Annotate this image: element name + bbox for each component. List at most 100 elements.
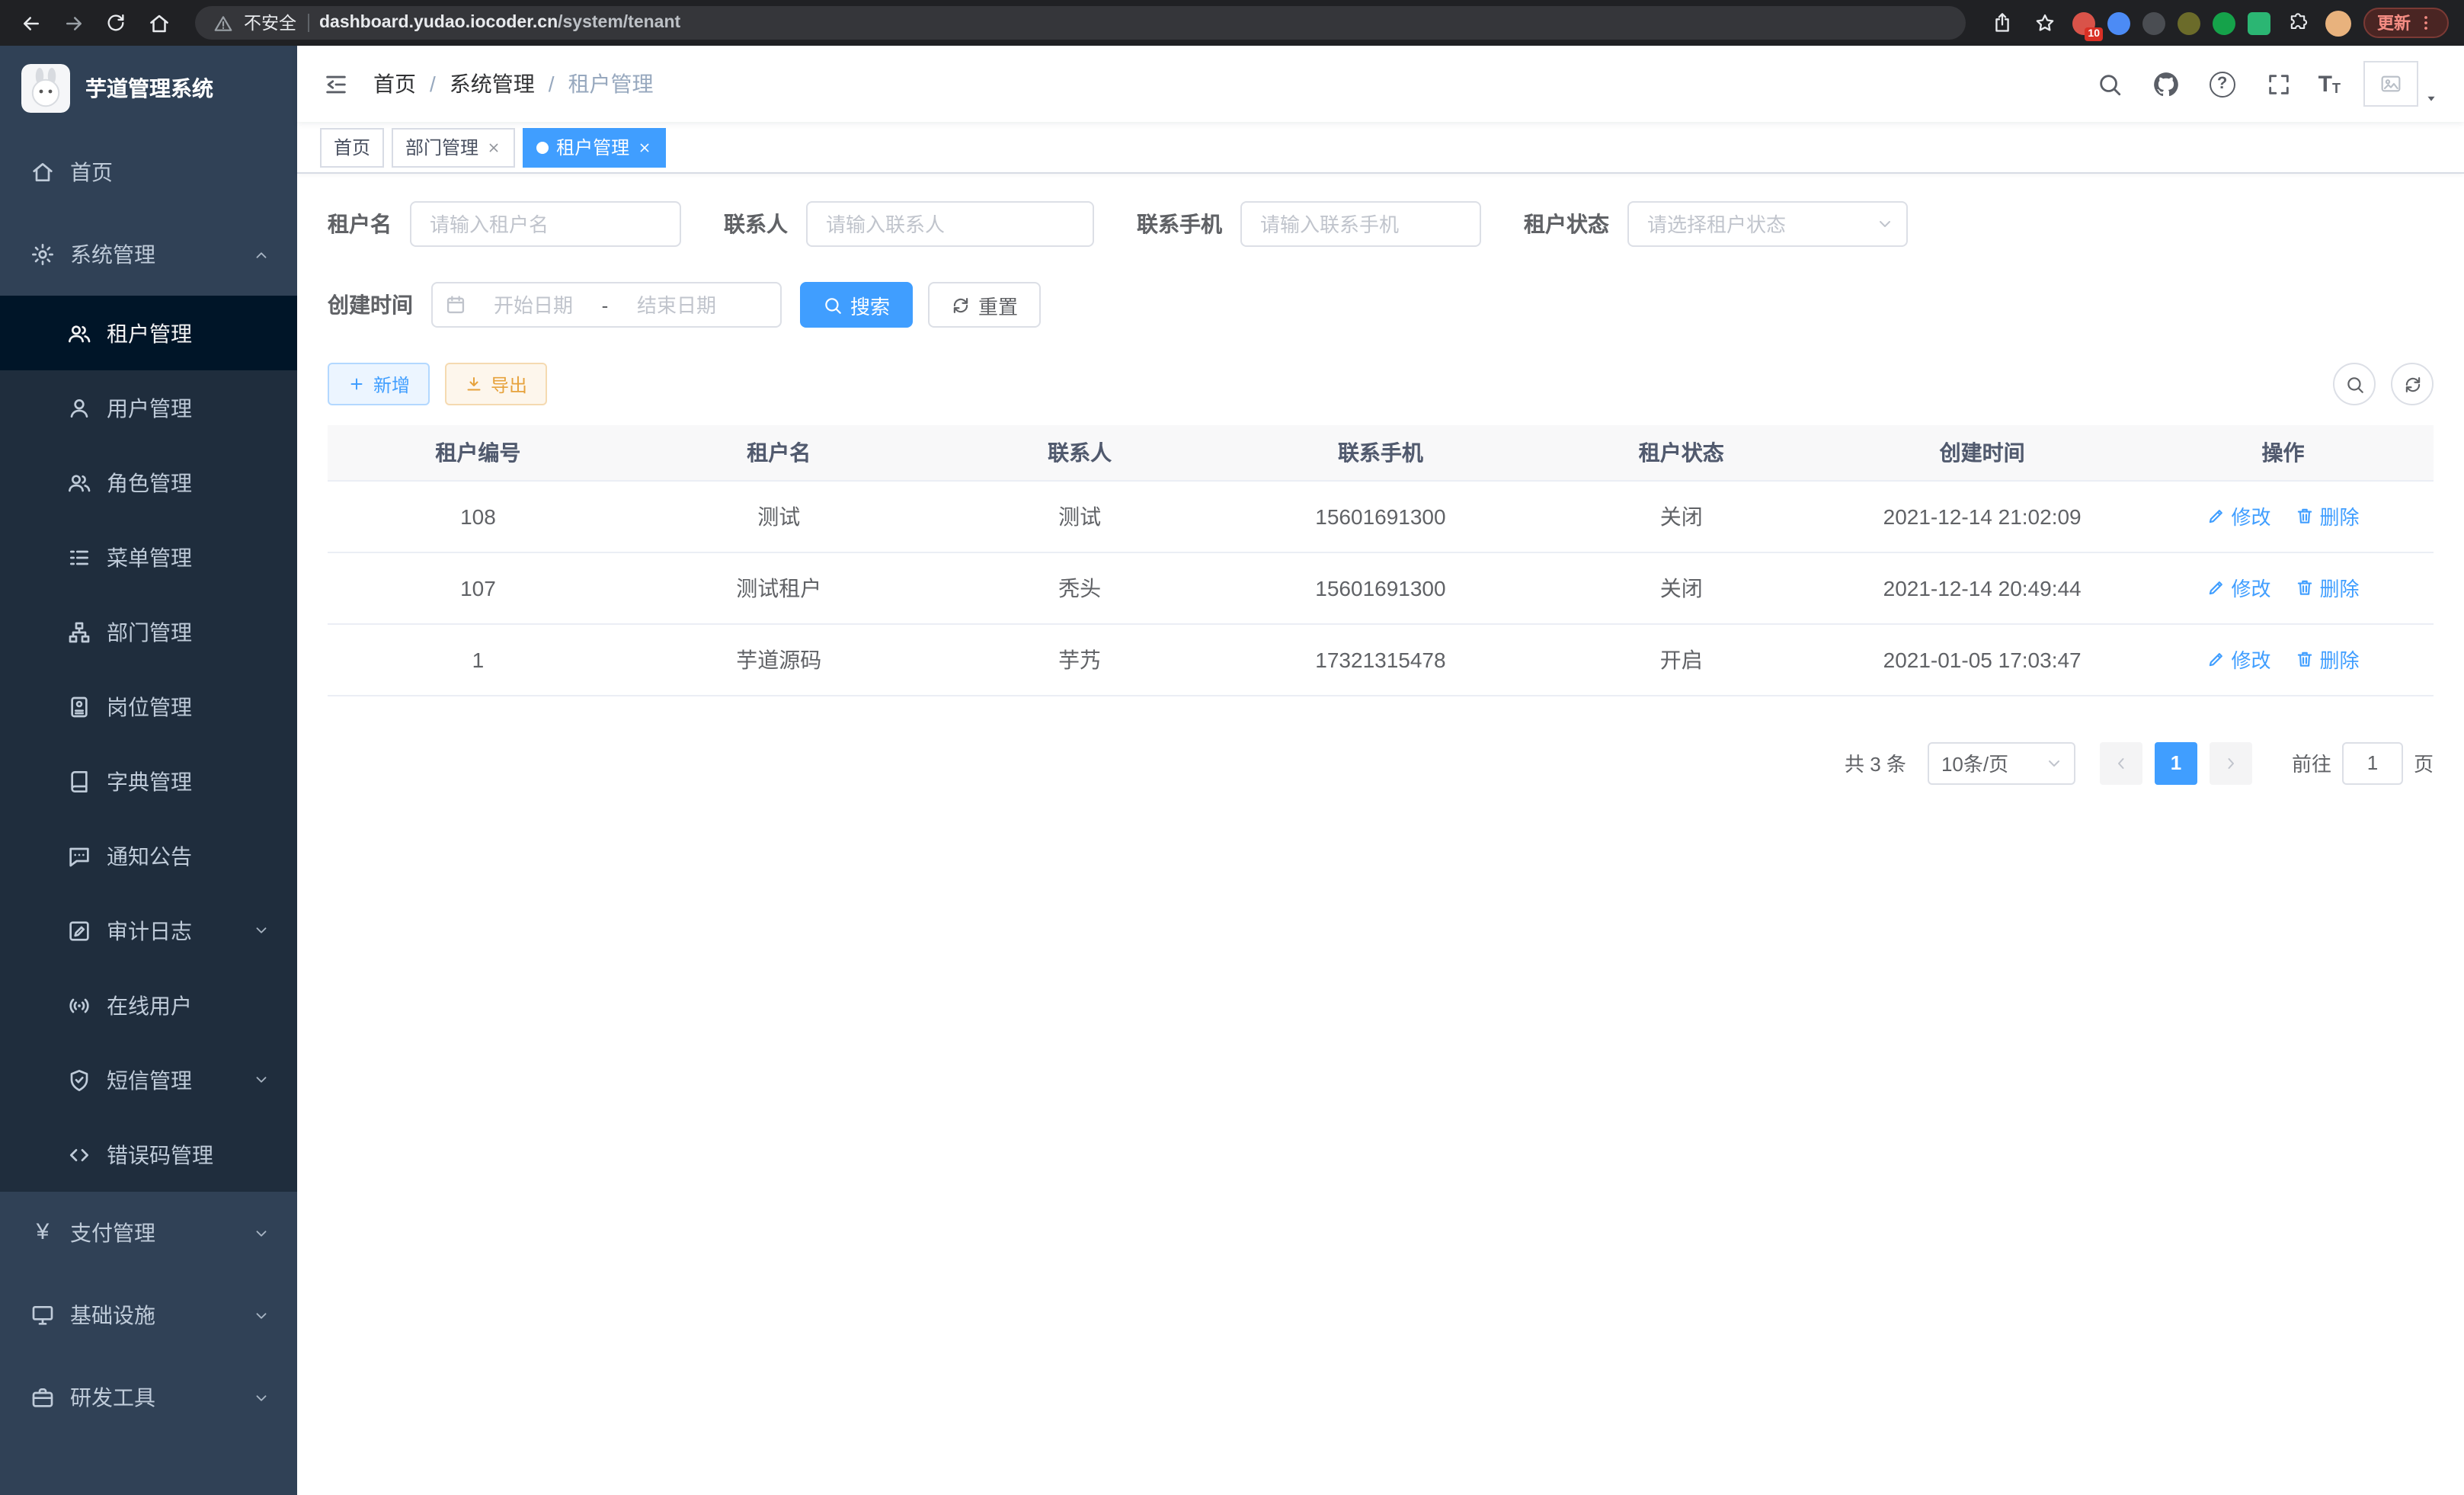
status-select[interactable] — [1627, 201, 1908, 247]
help-icon[interactable]: ? — [2206, 67, 2239, 101]
sidebar-toggle[interactable] — [297, 46, 373, 122]
extensions-puzzle-icon[interactable] — [2283, 8, 2313, 38]
next-page-button[interactable] — [2210, 741, 2252, 784]
tab-dept-management[interactable]: 部门管理 — [392, 127, 515, 167]
sidebar-item-dict-management[interactable]: 字典管理 — [0, 744, 297, 818]
list-icon — [67, 545, 91, 569]
tenant-name-input[interactable] — [411, 213, 680, 235]
app-logo[interactable]: 芋道管理系统 — [0, 46, 297, 131]
menu-label: 研发工具 — [70, 1382, 155, 1413]
close-icon[interactable] — [637, 139, 652, 155]
book-icon — [67, 769, 91, 793]
menu-label: 审计日志 — [107, 915, 192, 946]
reset-button[interactable]: 重置 — [928, 282, 1041, 328]
status-select-input[interactable] — [1629, 213, 1906, 235]
sidebar-item-home[interactable]: 首页 — [0, 131, 297, 213]
tab-home[interactable]: 首页 — [320, 127, 384, 167]
goto-label: 前往 — [2292, 748, 2331, 777]
mobile-label: 联系手机 — [1137, 209, 1222, 239]
sidebar-item-system-management[interactable]: 系统管理 — [0, 213, 297, 296]
user-icon — [67, 395, 91, 420]
share-icon[interactable] — [1987, 8, 2018, 38]
search-button[interactable]: 搜索 — [800, 282, 913, 328]
search-icon[interactable] — [2093, 67, 2126, 101]
profile-avatar[interactable] — [2325, 10, 2351, 36]
chevron-down-icon — [1876, 215, 1894, 233]
extension-icon-2[interactable] — [2107, 11, 2130, 34]
goto-page-input[interactable] — [2342, 741, 2403, 784]
extension-icon-3[interactable] — [2142, 11, 2165, 34]
chevron-down-icon — [253, 1307, 270, 1324]
sidebar-item-menu-management[interactable]: 菜单管理 — [0, 520, 297, 594]
extension-icon-5[interactable] — [2213, 11, 2235, 34]
font-size-icon[interactable]: TT — [2318, 72, 2341, 95]
sidebar-item-dept-management[interactable]: 部门管理 — [0, 594, 297, 669]
users-icon — [67, 470, 91, 495]
contact-input[interactable] — [808, 213, 1093, 235]
sidebar-item-payment-management[interactable]: ¥ 支付管理 — [0, 1192, 297, 1274]
search-icon — [2344, 374, 2364, 394]
user-avatar-menu[interactable] — [2363, 61, 2440, 107]
update-button[interactable]: 更新 — [2363, 8, 2449, 38]
breadcrumb-home[interactable]: 首页 — [373, 69, 416, 99]
page-number-1[interactable]: 1 — [2155, 741, 2197, 784]
sidebar-item-infrastructure[interactable]: 基础设施 — [0, 1274, 297, 1356]
sidebar-item-role-management[interactable]: 角色管理 — [0, 445, 297, 520]
date-end-input[interactable] — [616, 293, 738, 316]
page-size-select[interactable]: 10条/页 — [1928, 741, 2075, 784]
close-icon[interactable] — [486, 139, 501, 155]
address-bar[interactable]: 不安全 dashboard.yudao.iocoder.cn/system/te… — [195, 6, 1966, 40]
delete-button[interactable]: 删除 — [2296, 501, 2360, 530]
date-start-input[interactable] — [472, 293, 594, 316]
delete-button[interactable]: 删除 — [2296, 645, 2360, 674]
date-range-picker[interactable]: - — [431, 282, 782, 328]
page-content: 租户名 联系人 联系手机 — [297, 174, 2464, 1495]
edit-button[interactable]: 修改 — [2207, 573, 2271, 602]
sidebar-item-audit-log[interactable]: 审计日志 — [0, 893, 297, 968]
toggle-search-button[interactable] — [2333, 363, 2376, 405]
refresh-table-button[interactable] — [2391, 363, 2434, 405]
sidebar-item-sms-management[interactable]: 短信管理 — [0, 1042, 297, 1117]
export-button[interactable]: 导出 — [445, 363, 547, 405]
breadcrumb-system[interactable]: 系统管理 — [450, 69, 535, 99]
browser-reload-icon[interactable] — [101, 8, 131, 38]
browser-forward-icon[interactable] — [58, 8, 88, 38]
menu-label: 字典管理 — [107, 766, 192, 796]
cell-status: 关闭 — [1531, 552, 1832, 623]
cell-tenant-name: 芋道源码 — [629, 623, 930, 695]
extension-icon-6[interactable] — [2248, 11, 2270, 34]
column-header: 联系手机 — [1230, 425, 1531, 480]
delete-button[interactable]: 删除 — [2296, 573, 2360, 602]
browser-menu-kebab-icon — [2417, 14, 2435, 32]
extension-icon-1[interactable]: 10 — [2072, 11, 2095, 34]
cell-status: 关闭 — [1531, 480, 1832, 552]
sidebar-item-tenant-management[interactable]: 租户管理 — [0, 296, 297, 370]
bookmark-star-icon[interactable] — [2030, 8, 2060, 38]
sidebar-item-error-code-management[interactable]: 错误码管理 — [0, 1117, 297, 1192]
github-icon[interactable] — [2149, 67, 2183, 101]
browser-home-icon[interactable] — [143, 8, 174, 38]
chevron-down-icon — [253, 1071, 270, 1088]
sidebar-item-user-management[interactable]: 用户管理 — [0, 370, 297, 445]
chevron-down-icon — [253, 1224, 270, 1241]
extension-icon-4[interactable] — [2178, 11, 2200, 34]
add-button[interactable]: 新增 — [328, 363, 430, 405]
sidebar-item-dev-tools[interactable]: 研发工具 — [0, 1356, 297, 1439]
edit-button[interactable]: 修改 — [2207, 645, 2271, 674]
prev-page-button[interactable] — [2100, 741, 2142, 784]
tab-tenant-management[interactable]: 租户管理 — [523, 127, 666, 167]
chevron-down-icon — [253, 1389, 270, 1406]
menu-label: 系统管理 — [70, 239, 155, 270]
sidebar-item-online-users[interactable]: 在线用户 — [0, 968, 297, 1042]
cell-actions: 修改删除 — [2133, 480, 2434, 552]
edit-button[interactable]: 修改 — [2207, 501, 2271, 530]
cell-contact: 芋艿 — [930, 623, 1230, 695]
download-icon — [465, 375, 483, 393]
sidebar-item-post-management[interactable]: 岗位管理 — [0, 669, 297, 744]
table-row: 108 测试 测试 15601691300 关闭 2021-12-14 21:0… — [328, 480, 2434, 552]
mobile-input[interactable] — [1242, 213, 1480, 235]
fullscreen-icon[interactable] — [2262, 67, 2296, 101]
plus-icon — [347, 375, 366, 393]
sidebar-item-notice[interactable]: 通知公告 — [0, 818, 297, 893]
browser-back-icon[interactable] — [15, 8, 46, 38]
